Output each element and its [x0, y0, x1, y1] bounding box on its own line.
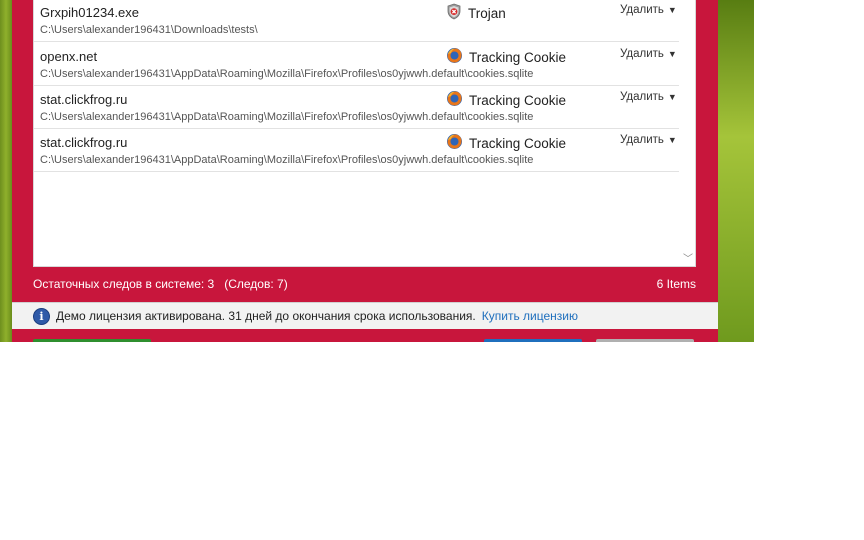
- list-item[interactable]: stat.clickfrog.ru C:\Users\alexander1964…: [34, 129, 679, 172]
- item-name: openx.net: [40, 49, 98, 64]
- item-name: Grxpih01234.exe: [40, 5, 140, 20]
- cancel-button[interactable]: [596, 339, 694, 342]
- license-info-bar: i Демо лицензия активирована. 31 дней до…: [12, 302, 718, 329]
- delete-dropdown[interactable]: Удалить ▼: [620, 134, 677, 146]
- delete-label: Удалить: [620, 91, 664, 103]
- caret-down-icon: ▼: [667, 135, 677, 145]
- buy-license-link[interactable]: Купить лицензию: [482, 309, 578, 323]
- item-type-label: Tracking Cookie: [469, 49, 567, 65]
- list-item[interactable]: Grxpih01234.exe C:\Users\alexander196431…: [34, 0, 679, 42]
- delete-label: Удалить: [620, 4, 664, 16]
- item-path: C:\Users\alexander196431\AppData\Roaming…: [40, 68, 534, 80]
- scan-results-window: Grxpih01234.exe C:\Users\alexander196431…: [12, 0, 718, 342]
- item-name: stat.clickfrog.ru: [40, 135, 128, 150]
- shield-x-icon: [446, 3, 462, 24]
- delete-dropdown[interactable]: Удалить ▼: [620, 48, 677, 60]
- delete-label: Удалить: [620, 134, 664, 146]
- caret-down-icon: ▼: [667, 49, 677, 59]
- remaining-traces-text: Остаточных следов в системе: 3 (Следов: …: [33, 277, 288, 291]
- item-type: Tracking Cookie: [446, 47, 566, 67]
- item-type-label: Tracking Cookie: [469, 92, 567, 108]
- item-path: C:\Users\alexander196431\Downloads\tests…: [40, 24, 258, 36]
- list-item[interactable]: openx.net C:\Users\alexander196431\AppDa…: [34, 43, 679, 86]
- status-bar: Остаточных следов в системе: 3 (Следов: …: [33, 273, 696, 295]
- item-type: Tracking Cookie: [446, 133, 566, 153]
- item-type: Trojan: [446, 3, 506, 23]
- primary-action-button[interactable]: [33, 339, 151, 342]
- item-type-label: Tracking Cookie: [469, 135, 567, 151]
- scroll-down-arrow-icon[interactable]: ﹀: [683, 250, 693, 265]
- items-count: 6 Items: [656, 277, 696, 291]
- firefox-icon: [446, 90, 463, 111]
- delete-label: Удалить: [620, 48, 664, 60]
- info-icon: i: [33, 307, 50, 325]
- secondary-action-button[interactable]: [484, 339, 582, 342]
- caret-down-icon: ▼: [667, 92, 677, 102]
- results-list[interactable]: Grxpih01234.exe C:\Users\alexander196431…: [33, 0, 696, 267]
- list-item[interactable]: stat.clickfrog.ru C:\Users\alexander1964…: [34, 86, 679, 129]
- firefox-icon: [446, 47, 463, 68]
- item-path: C:\Users\alexander196431\AppData\Roaming…: [40, 154, 534, 166]
- item-name: stat.clickfrog.ru: [40, 92, 128, 107]
- item-type-label: Trojan: [468, 5, 506, 21]
- delete-dropdown[interactable]: Удалить ▼: [620, 4, 677, 16]
- desktop-wallpaper-right: [718, 0, 754, 342]
- item-path: C:\Users\alexander196431\AppData\Roaming…: [40, 111, 534, 123]
- caret-down-icon: ▼: [667, 5, 677, 15]
- firefox-icon: [446, 133, 463, 154]
- license-message: Демо лицензия активирована. 31 дней до о…: [56, 309, 476, 323]
- item-type: Tracking Cookie: [446, 90, 566, 110]
- delete-dropdown[interactable]: Удалить ▼: [620, 91, 677, 103]
